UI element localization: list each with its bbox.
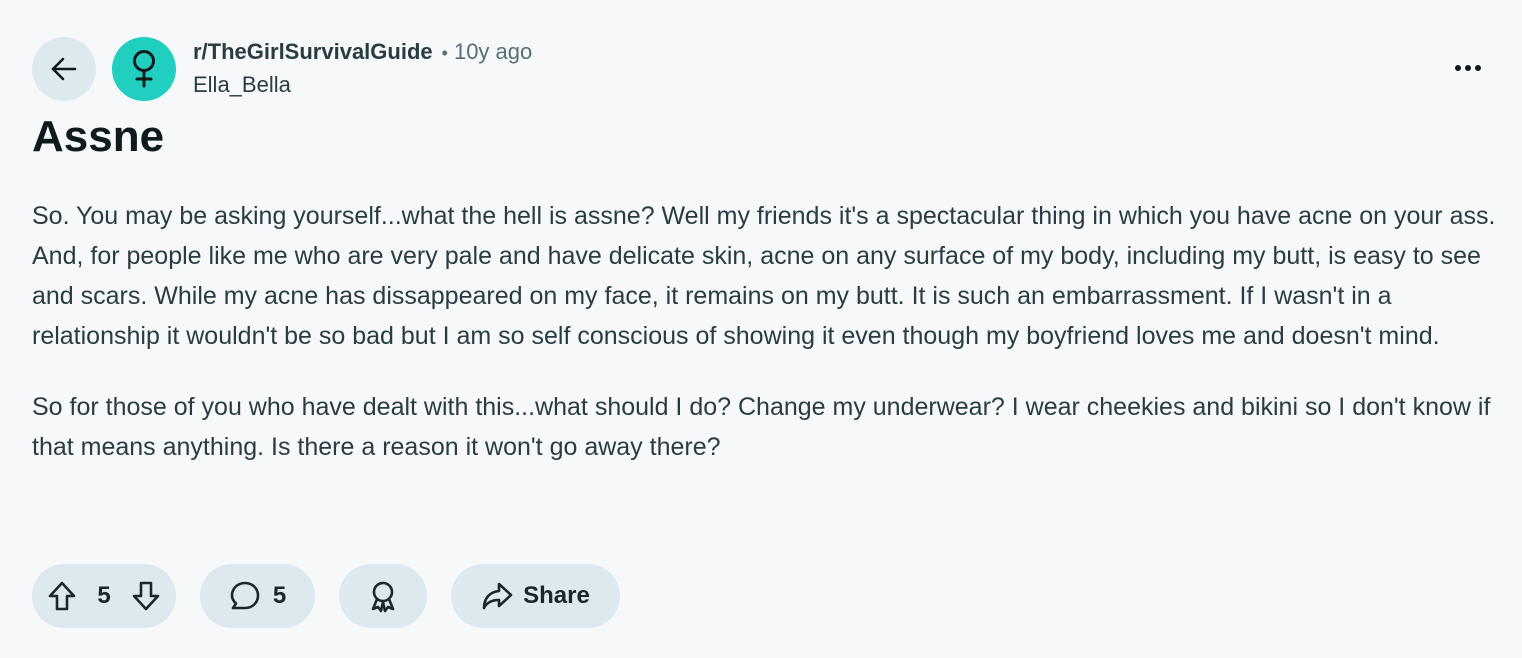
more-options-button[interactable] <box>1446 46 1490 90</box>
subreddit-link[interactable]: r/TheGirlSurvivalGuide <box>193 36 433 68</box>
post-body: So. You may be asking yourself...what th… <box>32 196 1502 498</box>
award-icon <box>367 579 399 613</box>
vote-control: 5 <box>32 564 176 628</box>
comment-bubble-icon <box>229 580 261 612</box>
post-paragraph: So for those of you who have dealt with … <box>32 393 1491 461</box>
arrow-left-icon <box>50 55 78 83</box>
share-arrow-icon <box>481 581 513 611</box>
comments-button[interactable]: 5 <box>200 564 315 628</box>
downvote-button[interactable] <box>116 564 176 628</box>
comment-count: 5 <box>272 582 287 609</box>
award-button[interactable] <box>339 564 427 628</box>
post-paragraph: So. You may be asking yourself...what th… <box>32 202 1496 350</box>
post-age: 10y ago <box>453 39 533 64</box>
post-meta: r/TheGirlSurvivalGuide • 10y ago Ella_Be… <box>193 36 532 101</box>
meta-separator: • <box>441 43 448 63</box>
vote-score: 5 <box>97 582 111 609</box>
back-button[interactable] <box>32 37 96 101</box>
share-button[interactable]: Share <box>451 564 620 628</box>
post-title: Assne <box>32 112 165 161</box>
upvote-button[interactable] <box>32 564 92 628</box>
subreddit-avatar[interactable] <box>112 37 176 101</box>
share-label: Share <box>523 582 590 609</box>
upvote-arrow-icon <box>47 580 77 612</box>
post-page: r/TheGirlSurvivalGuide • 10y ago Ella_Be… <box>0 0 1522 658</box>
female-symbol-icon <box>129 49 159 89</box>
ellipsis-icon <box>1454 64 1482 72</box>
post-action-bar: 5 5 Share <box>32 564 620 628</box>
post-meta-row: r/TheGirlSurvivalGuide • 10y ago <box>193 36 532 69</box>
downvote-arrow-icon <box>131 580 161 612</box>
author-link[interactable]: Ella_Bella <box>193 69 532 101</box>
